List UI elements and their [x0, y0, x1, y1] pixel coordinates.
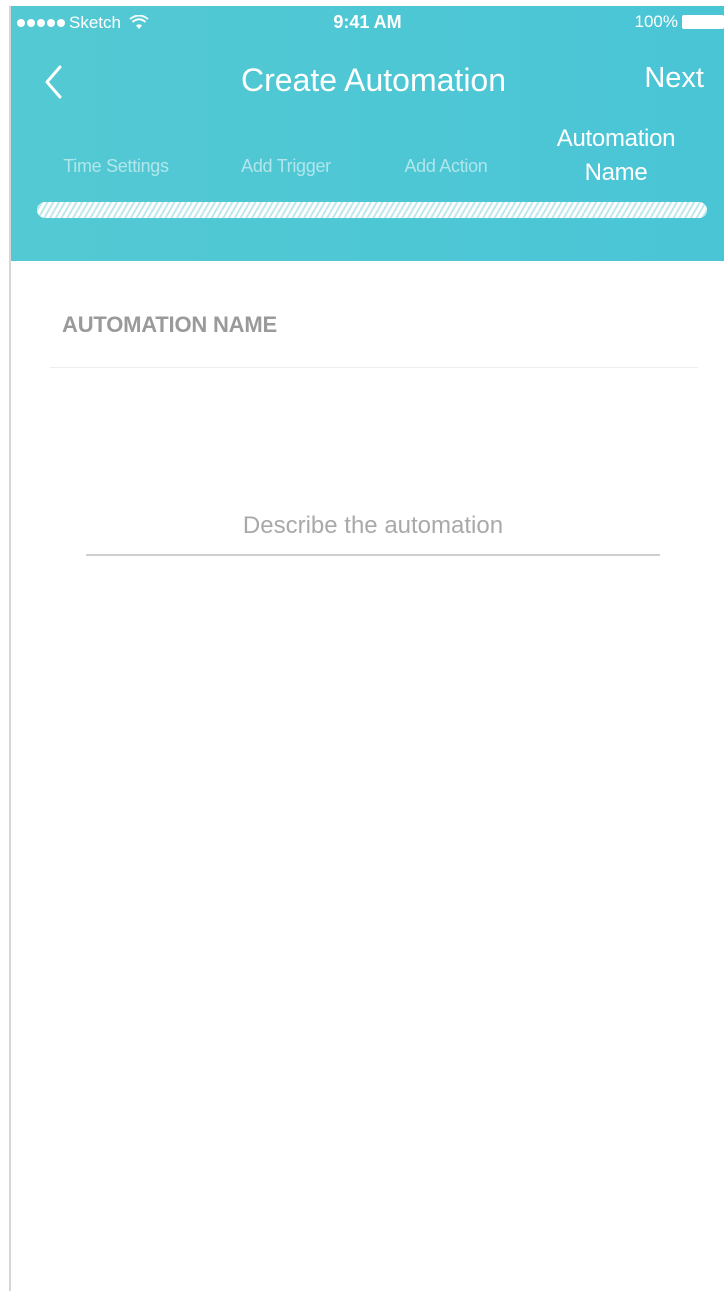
header: Sketch 9:41 AM 100% Create Automation Ne… — [11, 6, 724, 261]
progress-bar-fill — [37, 202, 707, 218]
app-screen: Sketch 9:41 AM 100% Create Automation Ne… — [0, 0, 724, 1291]
battery-percent: 100% — [634, 12, 678, 31]
page-title: Create Automation — [240, 62, 507, 98]
progress-bar — [37, 202, 707, 218]
step-add-trigger: Add Trigger — [241, 156, 331, 176]
step-indicator: Time Settings Add Trigger Add Action Aut… — [11, 122, 724, 192]
step-automation-name: Automation Name — [556, 125, 676, 186]
step-time-settings: Time Settings — [63, 156, 169, 176]
next-button[interactable]: Next — [644, 62, 704, 95]
section-title: AUTOMATION NAME — [62, 312, 277, 337]
divider — [50, 367, 698, 368]
step-add-action: Add Action — [404, 156, 488, 176]
status-bar-right: 100% — [635, 12, 724, 32]
battery-icon — [682, 15, 724, 29]
status-bar-time: 9:41 AM — [333, 12, 402, 32]
automation-name-input[interactable] — [86, 498, 660, 556]
status-bar: Sketch 9:41 AM 100% — [11, 6, 724, 42]
